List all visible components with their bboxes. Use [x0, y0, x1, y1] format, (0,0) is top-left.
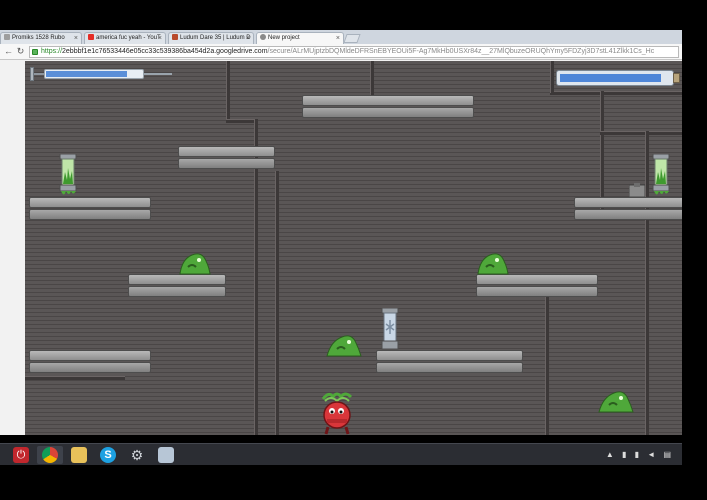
url-scheme: https://	[41, 48, 63, 55]
tab-ludum-dare[interactable]: Ludum Dare 35 | Ludum D ×	[168, 32, 254, 44]
slime-enemy	[598, 391, 634, 413]
page-favicon-icon	[260, 34, 266, 40]
file-explorer-icon	[71, 447, 87, 463]
close-icon[interactable]: ×	[336, 33, 340, 44]
stone-platform	[574, 197, 682, 221]
charge-fill	[560, 74, 662, 82]
screen: Promiks 1528 Rubo × america fuc yeah - Y…	[0, 0, 707, 500]
skype-icon: S	[100, 447, 116, 463]
background-pipe	[550, 61, 554, 93]
tab-promiks[interactable]: Promiks 1528 Rubo ×	[0, 32, 82, 44]
health-syringe-meter	[30, 67, 172, 81]
tab-new-project[interactable]: New project ×	[256, 32, 344, 44]
background-pipe	[600, 131, 682, 135]
specimen-capsule	[652, 154, 670, 195]
slime-enemy	[326, 335, 362, 357]
taskbar: ⏻ S ⚙ ▲ ▮ ▮ ◄ ▤	[0, 443, 682, 465]
background-pipe	[226, 119, 256, 123]
browser-toolbar: ← ↻ https://2ebbbf1e1c76533446e05cc33c53…	[0, 44, 682, 60]
system-tray[interactable]: ▲ ▮ ▮ ◄ ▤	[606, 448, 674, 462]
tab-label: america fuc yeah - YouT	[96, 35, 161, 41]
taskbar-skype[interactable]: S	[95, 446, 121, 464]
page-favicon-icon	[4, 34, 10, 40]
background-pipe	[545, 291, 549, 435]
close-icon[interactable]: ×	[158, 33, 162, 44]
stone-platform	[302, 95, 474, 119]
stone-platform	[29, 197, 151, 221]
url-path: /secure/ALrMUjptzbDQMldeDFRSnEBYEOUi5F-A…	[267, 48, 655, 55]
power-icon: ⏻	[13, 447, 29, 463]
taskbar-notepad[interactable]	[153, 446, 179, 464]
tab-label: Ludum Dare 35 | Ludum D	[180, 35, 251, 41]
background-pipe	[275, 171, 279, 435]
taskbar-chrome[interactable]	[37, 446, 63, 464]
health-fill	[46, 71, 127, 77]
specimen-capsule	[59, 154, 77, 195]
notepad-icon	[158, 447, 174, 463]
control-box	[629, 183, 645, 197]
address-bar[interactable]: https://2ebbbf1e1c76533446e05cc33c539386…	[29, 46, 679, 58]
slime-enemy	[179, 253, 211, 275]
stone-platform	[476, 274, 598, 298]
settings-icon: ⚙	[130, 447, 144, 463]
youtube-icon	[88, 34, 94, 40]
taskbar-settings[interactable]: ⚙	[124, 446, 150, 464]
stone-platform	[128, 274, 226, 298]
stone-platform	[178, 146, 275, 170]
background-pipe	[600, 91, 604, 211]
background-pipe	[226, 61, 230, 121]
tab-strip: Promiks 1528 Rubo × america fuc yeah - Y…	[0, 30, 682, 44]
slime-enemy	[477, 253, 509, 275]
close-icon[interactable]: ×	[74, 33, 78, 44]
player-character	[321, 392, 353, 435]
power-button[interactable]: ⏻	[8, 446, 34, 464]
close-icon[interactable]: ×	[246, 33, 250, 44]
background-pipe	[645, 131, 649, 435]
ludum-dare-icon	[172, 34, 178, 40]
chrome-icon	[42, 447, 58, 463]
stone-platform	[29, 350, 151, 374]
background-pipe	[25, 376, 125, 380]
tab-label: New project	[268, 35, 300, 41]
weapon-charge-meter	[556, 70, 680, 86]
reload-icon[interactable]: ↻	[15, 46, 26, 57]
empty-capsule	[381, 308, 399, 350]
stone-platform	[376, 350, 523, 374]
back-arrow-icon[interactable]: ←	[3, 46, 14, 57]
game-canvas[interactable]	[25, 61, 682, 435]
url-host: 2ebbbf1e1c76533446e05cc33c539386ba454d2a…	[62, 48, 268, 55]
tab-youtube[interactable]: america fuc yeah - YouT ×	[84, 32, 166, 44]
taskbar-file-explorer[interactable]	[66, 446, 92, 464]
new-tab-button[interactable]	[343, 34, 361, 43]
lock-icon	[32, 49, 38, 55]
tab-label: Promiks 1528 Rubo	[12, 35, 65, 41]
background-pipe	[550, 91, 682, 95]
